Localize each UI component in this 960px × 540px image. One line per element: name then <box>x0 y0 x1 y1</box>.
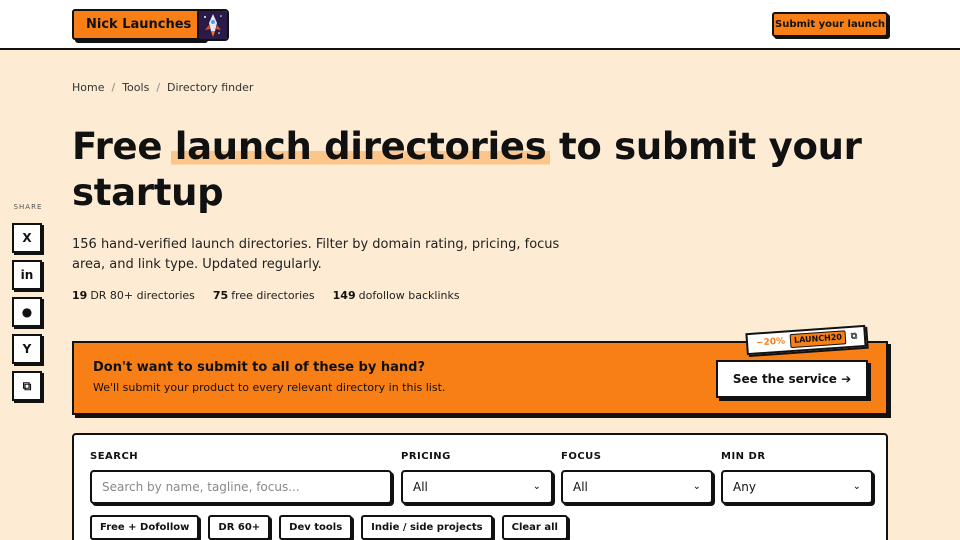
see-service-button[interactable]: See the service ➔ <box>716 360 868 398</box>
top-navigation-bar: Nick Launches Submit your launch <box>0 0 960 50</box>
stat-item: 149 dofollow backlinks <box>333 289 460 302</box>
x-twitter-icon[interactable]: X <box>12 223 42 253</box>
breadcrumb-separator: / <box>156 81 161 94</box>
pricing-label: PRICING <box>401 451 451 462</box>
breadcrumb-separator: / <box>111 81 116 94</box>
copy-icon[interactable]: ⧉ <box>851 331 858 341</box>
page-description: 156 hand-verified launch directories. Fi… <box>72 237 560 272</box>
reddit-icon[interactable]: ● <box>12 297 42 327</box>
min-dr-label: MIN DR <box>721 451 766 462</box>
focus-label: FOCUS <box>561 451 602 462</box>
chevron-down-icon: ⌄ <box>692 481 701 492</box>
brand-home-button[interactable]: Nick Launches <box>72 9 206 40</box>
share-rail: SHARE X in ● Y ⧉ <box>12 203 44 408</box>
min-dr-value: Any <box>733 480 756 494</box>
stat-number: 19 <box>72 289 88 302</box>
stat-item: 19 DR 80+ directories <box>72 289 195 302</box>
filter-panel: SEARCH Search by name, tagline, focus...… <box>72 433 888 540</box>
stat-text: free directories <box>231 289 315 302</box>
focus-select[interactable]: All ⌄ <box>561 470 713 504</box>
coupon-code: LAUNCH20 <box>789 330 847 349</box>
search-input[interactable]: Search by name, tagline, focus... <box>90 470 392 504</box>
stat-number: 75 <box>212 289 229 302</box>
coupon-discount: −20% <box>755 336 786 349</box>
copy-icon[interactable]: ⧉ <box>12 371 42 401</box>
chevron-down-icon: ⌄ <box>532 481 541 492</box>
pricing-value: All <box>413 480 428 494</box>
coupon-badge[interactable]: −20% LAUNCH20 ⧉ <box>745 324 868 356</box>
chevron-down-icon: ⌄ <box>852 481 861 492</box>
stats-row: 19 DR 80+ directories 75 free directories … <box>72 289 460 302</box>
chip-free-dofollow[interactable]: Free + Dofollow <box>90 515 200 540</box>
submit-launch-button[interactable]: Submit your launch <box>772 12 888 37</box>
promo-subtitle: We'll submit your product to every relev… <box>93 381 446 394</box>
breadcrumb-tools-link[interactable]: Tools <box>122 81 149 94</box>
quick-filter-chips: Free + Dofollow DR 60+ Dev tools Indie /… <box>90 515 568 540</box>
chip-clear-all[interactable]: Clear all <box>501 515 568 540</box>
pricing-select[interactable]: All ⌄ <box>401 470 553 504</box>
page-title: Free launch directories to submit your s… <box>72 124 872 216</box>
breadcrumb-current: Directory finder <box>167 81 254 94</box>
breadcrumb-home-link[interactable]: Home <box>72 81 104 94</box>
stat-text: dofollow backlinks <box>358 289 460 302</box>
stat-number: 149 <box>332 289 356 302</box>
page-title-highlight: launch directories <box>170 125 551 168</box>
breadcrumb: Home / Tools / Directory finder <box>72 81 253 94</box>
focus-value: All <box>573 480 588 494</box>
chip-dr-60[interactable]: DR 60+ <box>208 515 271 540</box>
linkedin-icon[interactable]: in <box>12 260 42 290</box>
hacker-news-icon[interactable]: Y <box>12 334 42 364</box>
rocket-logo-icon[interactable] <box>197 9 229 41</box>
search-label: SEARCH <box>90 451 139 462</box>
service-promo-banner: Don't want to submit to all of these by … <box>72 324 888 415</box>
promo-title: Don't want to submit to all of these by … <box>93 360 425 375</box>
page-title-start: Free <box>72 125 175 168</box>
min-dr-select[interactable]: Any ⌄ <box>721 470 873 504</box>
chip-dev-tools[interactable]: Dev tools <box>279 515 353 540</box>
stat-text: DR 80+ directories <box>90 289 195 302</box>
stat-item: 75 free directories <box>213 289 315 302</box>
share-label: SHARE <box>13 203 43 211</box>
chip-indie-side-projects[interactable]: Indie / side projects <box>361 515 493 540</box>
